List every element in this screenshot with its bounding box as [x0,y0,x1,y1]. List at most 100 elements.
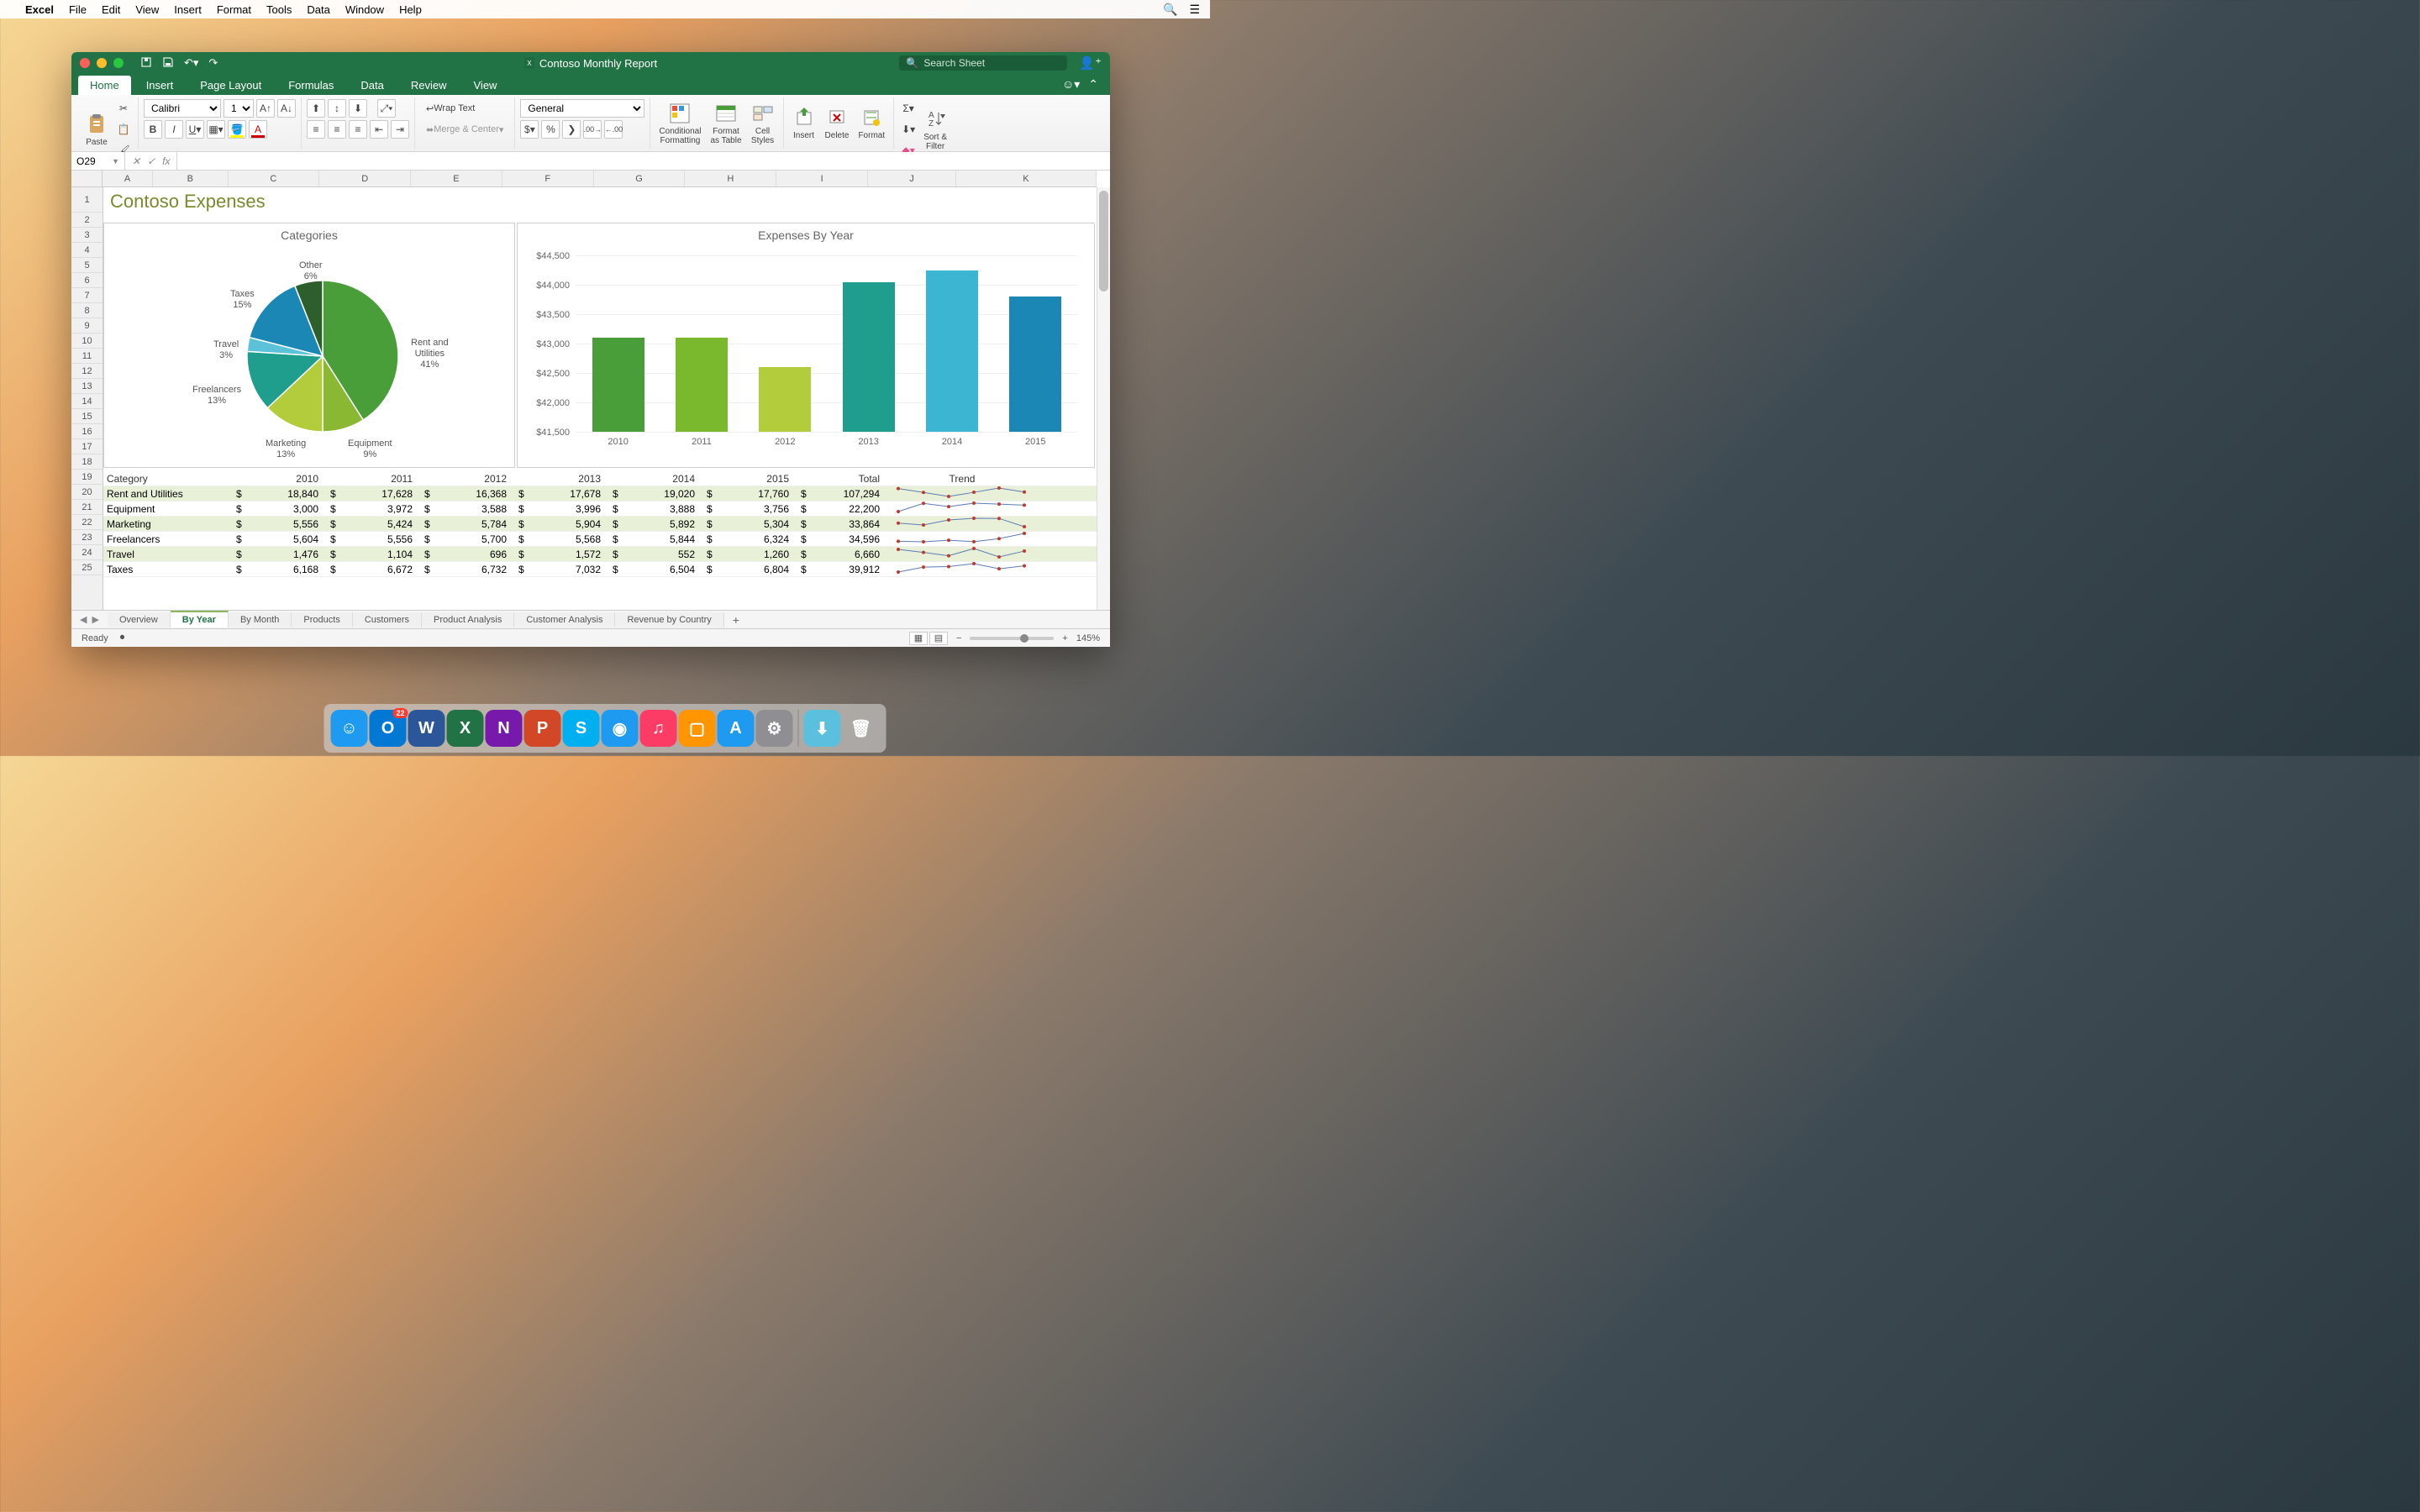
cancel-formula-icon[interactable]: ✕ [132,155,140,167]
menu-help[interactable]: Help [399,3,422,16]
select-all-corner[interactable] [71,171,103,186]
table-row[interactable]: Taxes$6,168$6,672$6,732$7,032$6,504$6,80… [103,562,1097,577]
align-top-icon[interactable]: ⬆ [307,99,325,118]
qat-redo-icon[interactable]: ↷ [208,56,218,70]
dock-onenote-icon[interactable]: N [486,710,523,747]
dock-skype-icon[interactable]: S [563,710,600,747]
row-header[interactable]: 23 [71,530,103,545]
insert-cells-button[interactable]: Insert [789,104,819,142]
dock-downloads-icon[interactable]: ⬇ [804,710,841,747]
row-header[interactable]: 14 [71,394,103,409]
align-bottom-icon[interactable]: ⬇ [349,99,367,118]
menu-format[interactable]: Format [217,3,251,16]
column-header[interactable]: G [594,171,686,186]
sheet-tab[interactable]: By Year [171,611,229,627]
close-window-button[interactable] [80,58,90,68]
minimize-window-button[interactable] [97,58,107,68]
app-menu[interactable]: Excel [25,3,54,16]
sheet-tab[interactable]: Customer Analysis [514,612,615,627]
column-header[interactable]: K [956,171,1097,186]
zoom-level[interactable]: 145% [1076,633,1100,643]
row-header[interactable]: 15 [71,409,103,424]
autosum-icon[interactable]: Σ▾ [899,99,918,118]
ribbon-tab-data[interactable]: Data [349,76,395,95]
dock-word-icon[interactable]: W [408,710,445,747]
border-button[interactable]: ▦▾ [207,120,225,139]
row-header[interactable]: 3 [71,228,103,243]
italic-button[interactable]: I [165,120,183,139]
underline-button[interactable]: U▾ [186,120,204,139]
comma-button[interactable]: ❯ [562,120,581,139]
sheet-tab[interactable]: Overview [108,612,171,627]
ribbon-tab-home[interactable]: Home [78,76,131,95]
dock-trash-icon[interactable]: 🗑 [843,710,880,747]
percent-button[interactable]: % [541,120,560,139]
column-header[interactable]: A [103,171,153,186]
align-middle-icon[interactable]: ↕ [328,99,346,118]
row-header[interactable]: 11 [71,349,103,364]
format-as-table-button[interactable]: Format as Table [707,100,744,147]
table-row[interactable]: Equipment$3,000$3,972$3,588$3,996$3,888$… [103,501,1097,517]
row-header[interactable]: 9 [71,318,103,333]
page-layout-view-button[interactable]: ▤ [929,632,948,645]
merge-center-button[interactable]: ⬌ Merge & Center ▾ [420,120,509,139]
ribbon-tab-insert[interactable]: Insert [134,76,186,95]
qat-save-icon[interactable] [162,56,174,68]
table-row[interactable]: Travel$1,476$1,104$696$1,572$552$1,260$6… [103,547,1097,562]
menu-file[interactable]: File [69,3,87,16]
menu-view[interactable]: View [135,3,159,16]
wrap-text-button[interactable]: ↩ Wrap Text [420,99,481,118]
row-header[interactable]: 22 [71,515,103,530]
align-center-icon[interactable]: ≡ [328,120,346,139]
row-header[interactable]: 24 [71,545,103,560]
fill-color-button[interactable]: 🪣 [228,120,246,139]
zoom-out-button[interactable]: − [956,633,961,643]
dock-itunes-icon[interactable]: ♫ [640,710,677,747]
menu-window[interactable]: Window [345,3,384,16]
row-header[interactable]: 19 [71,470,103,485]
add-sheet-button[interactable]: + [724,613,748,627]
sheet-nav-prev-icon[interactable]: ◀ [80,614,87,625]
align-right-icon[interactable]: ≡ [349,120,367,139]
pie-chart[interactable]: Categories Rent and Utilities 41%Equipme… [103,223,515,468]
align-left-icon[interactable]: ≡ [307,120,325,139]
currency-button[interactable]: $▾ [520,120,539,139]
row-header[interactable]: 1 [71,187,103,213]
font-name-select[interactable]: Calibri [144,99,221,118]
format-cells-button[interactable]: Format [855,104,888,142]
spreadsheet-grid[interactable]: ABCDEFGHIJK 1234567891011121314151617181… [71,171,1110,610]
zoom-in-button[interactable]: + [1062,633,1067,643]
table-row[interactable]: Rent and Utilities$18,840$17,628$16,368$… [103,486,1097,501]
copy-icon[interactable]: 📋 [114,120,133,139]
maximize-window-button[interactable] [113,58,124,68]
row-header[interactable]: 21 [71,500,103,515]
decrease-indent-icon[interactable]: ⇤ [370,120,388,139]
sort-filter-button[interactable]: AZSort & Filter [920,106,950,153]
cell-styles-button[interactable]: Cell Styles [748,100,778,147]
fx-icon[interactable]: fx [162,155,170,167]
orientation-icon[interactable]: ⤢▾ [377,99,396,118]
decrease-font-icon[interactable]: A↓ [277,99,296,118]
dock-excel-icon[interactable]: X [447,710,484,747]
dock-outlook-icon[interactable]: O22 [370,710,407,747]
share-button-icon[interactable]: 👤⁺ [1079,55,1102,71]
column-header[interactable]: E [411,171,502,186]
cut-icon[interactable]: ✂ [114,99,133,118]
qat-undo-icon[interactable]: ↶▾ [184,56,198,70]
paste-button[interactable]: Paste [82,111,112,149]
search-sheet-input[interactable]: 🔍 Search Sheet [899,55,1067,71]
bold-button[interactable]: B [144,120,162,139]
increase-font-icon[interactable]: A↑ [256,99,275,118]
column-header[interactable]: C [229,171,320,186]
column-header[interactable]: D [319,171,411,186]
sheet-tab[interactable]: By Month [229,612,292,627]
column-header[interactable]: B [153,171,228,186]
row-header[interactable]: 16 [71,424,103,439]
bar-chart[interactable]: Expenses By Year $41,500$42,000$42,500$4… [517,223,1095,468]
sheet-tab[interactable]: Products [292,612,352,627]
menu-list-icon[interactable]: ☰ [1189,3,1200,17]
vertical-scrollbar[interactable] [1097,187,1110,610]
menu-insert[interactable]: Insert [174,3,202,16]
qat-autosave-icon[interactable] [140,56,152,68]
row-header[interactable]: 8 [71,303,103,318]
